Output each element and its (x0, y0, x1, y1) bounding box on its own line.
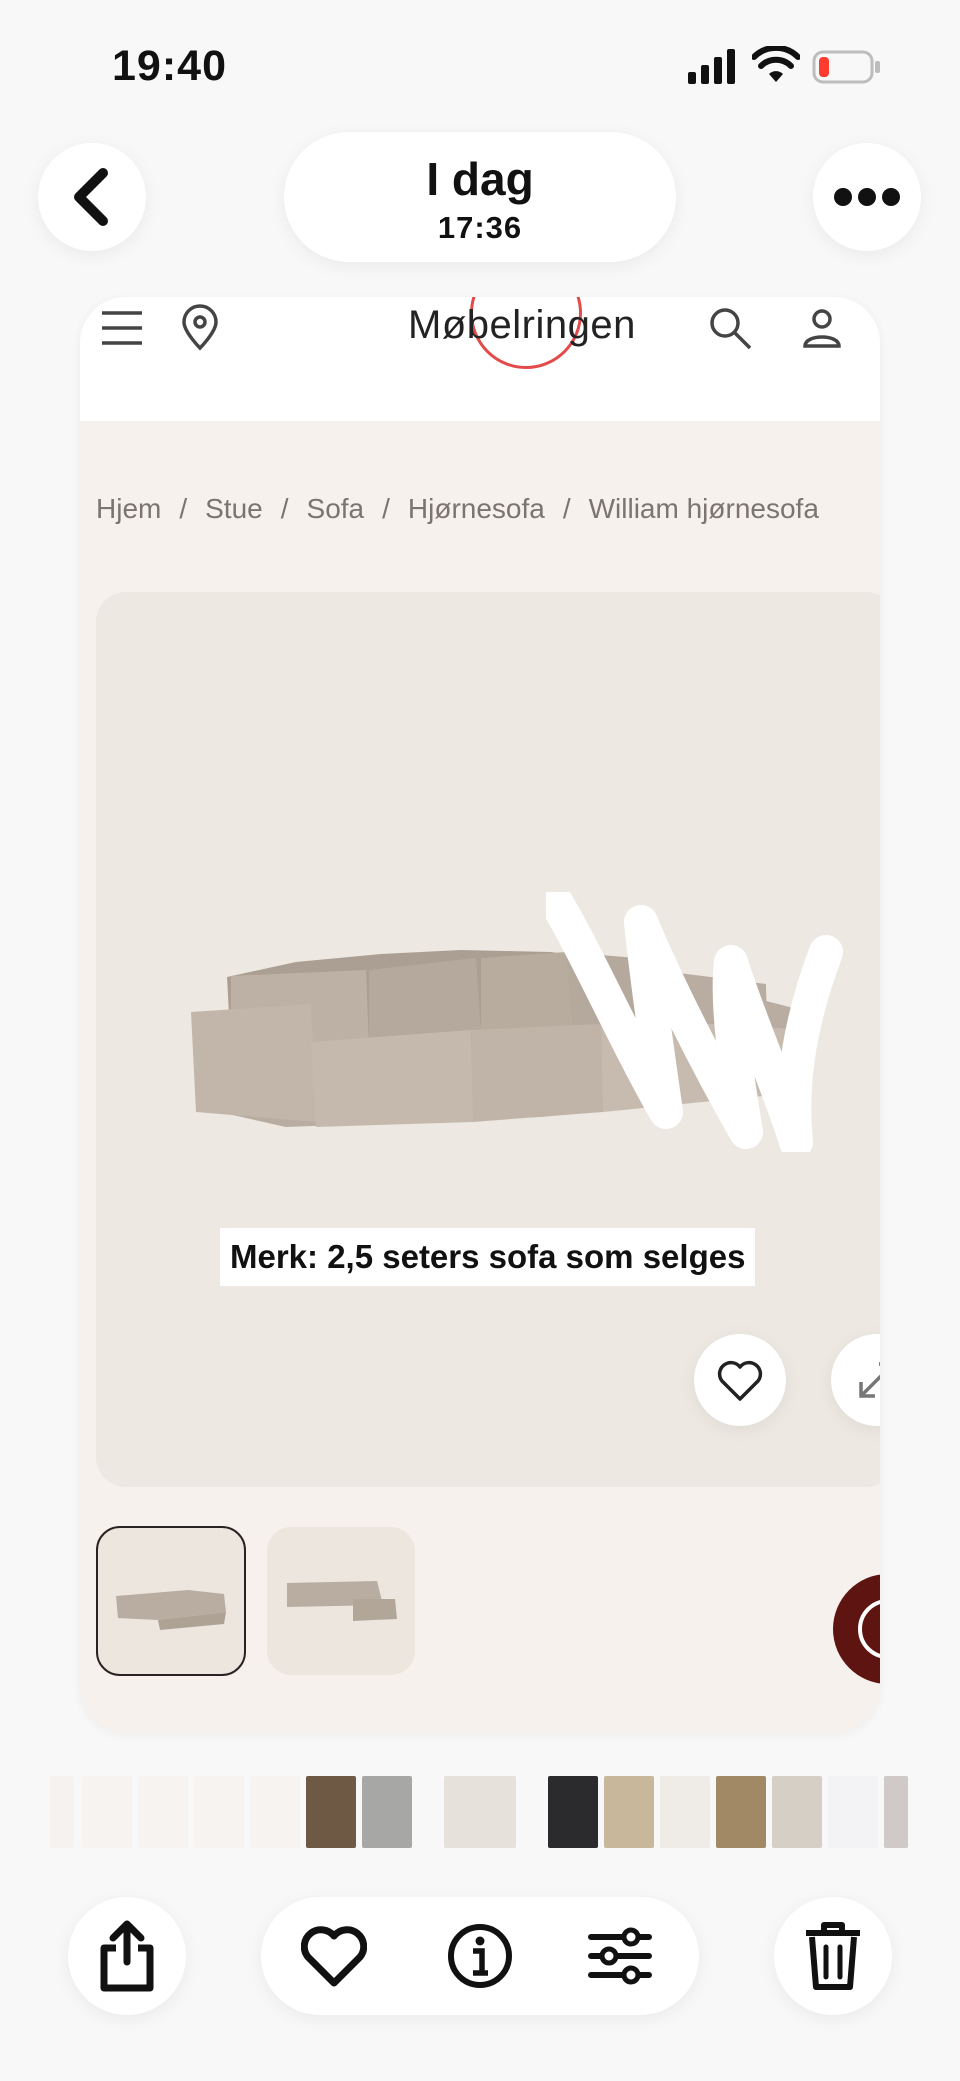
battery-icon (812, 50, 880, 84)
photo-strip[interactable] (50, 1776, 914, 1848)
breadcrumb-item: Stue (205, 493, 263, 524)
strip-thumbnail[interactable] (50, 1776, 74, 1848)
location-pin-icon (182, 304, 218, 351)
corner-sofa-thumbnail (287, 1581, 397, 1621)
strip-thumbnail[interactable] (138, 1776, 188, 1848)
action-bar (261, 1897, 699, 2015)
date-time: 17:36 (437, 210, 523, 245)
strip-thumbnail[interactable] (82, 1776, 132, 1848)
search-icon (710, 308, 752, 350)
trash-icon (806, 1922, 860, 1990)
delete-button[interactable] (774, 1897, 892, 2015)
thumbnail-2[interactable] (267, 1527, 415, 1675)
product-image-card: Merk: 2,5 seters sofa som selges (96, 592, 880, 1487)
strip-thumbnail[interactable] (604, 1776, 654, 1848)
strip-thumbnail[interactable] (362, 1776, 412, 1848)
site-header: Møbelringen (80, 297, 880, 421)
date-header: I dag 17:36 (284, 132, 676, 262)
strip-thumbnail[interactable] (716, 1776, 766, 1848)
strip-thumbnail[interactable] (306, 1776, 356, 1848)
breadcrumb-item: Sofa (306, 493, 365, 524)
strip-thumbnail[interactable] (548, 1776, 598, 1848)
breadcrumb-separator: / (179, 493, 188, 524)
photo-viewer[interactable]: Møbelringen Hjem / Stue / Sofa / Hjørnesofa / Wi… (80, 297, 880, 1733)
scribble-overlay-icon (546, 892, 843, 1152)
heart-icon (717, 1360, 763, 1401)
breadcrumb: Hjem / Stue / Sofa / Hjørnesofa / William hjørne… (96, 493, 819, 525)
chevron-left-icon (74, 168, 108, 226)
expand-button[interactable] (831, 1334, 880, 1426)
more-options-button[interactable] (813, 143, 921, 251)
breadcrumb-item: Hjem (96, 493, 162, 524)
strip-thumbnail[interactable] (828, 1776, 878, 1848)
status-time: 19:40 (112, 42, 227, 90)
ellipsis-icon (834, 188, 900, 206)
strip-thumbnail[interactable] (250, 1776, 300, 1848)
chat-button[interactable] (833, 1574, 880, 1684)
breadcrumb-item: Hjørnesofa (407, 493, 545, 524)
strip-thumbnail[interactable] (884, 1776, 908, 1848)
share-button[interactable] (68, 1897, 186, 2015)
site-logo: Møbelringen (408, 303, 636, 347)
chat-bubble-icon (858, 1600, 880, 1658)
share-icon (100, 1920, 154, 1992)
wifi-icon (752, 46, 800, 82)
favorite-button[interactable] (694, 1334, 786, 1426)
photo-caption: Merk: 2,5 seters sofa som selges (220, 1228, 756, 1286)
sliders-icon[interactable] (587, 1923, 653, 1989)
user-icon (803, 309, 841, 348)
breadcrumb-separator: / (280, 493, 289, 524)
strip-thumbnail[interactable] (194, 1776, 244, 1848)
cellular-signal-icon (688, 49, 735, 84)
expand-icon (859, 1362, 880, 1398)
strip-thumbnail[interactable] (660, 1776, 710, 1848)
back-button[interactable] (38, 143, 146, 251)
date-title: I dag (426, 153, 534, 205)
info-icon[interactable] (447, 1923, 513, 1989)
breadcrumb-separator: / (562, 493, 571, 524)
breadcrumb-item: William hjørnesofa (588, 493, 819, 524)
thumbnail-1[interactable] (96, 1526, 246, 1676)
strip-thumbnail-selected[interactable] (444, 1776, 516, 1848)
breadcrumb-separator: / (382, 493, 390, 524)
strip-thumbnail[interactable] (772, 1776, 822, 1848)
heart-icon[interactable] (301, 1923, 367, 1989)
corner-sofa-thumbnail (116, 1590, 226, 1630)
hamburger-icon (102, 311, 142, 345)
